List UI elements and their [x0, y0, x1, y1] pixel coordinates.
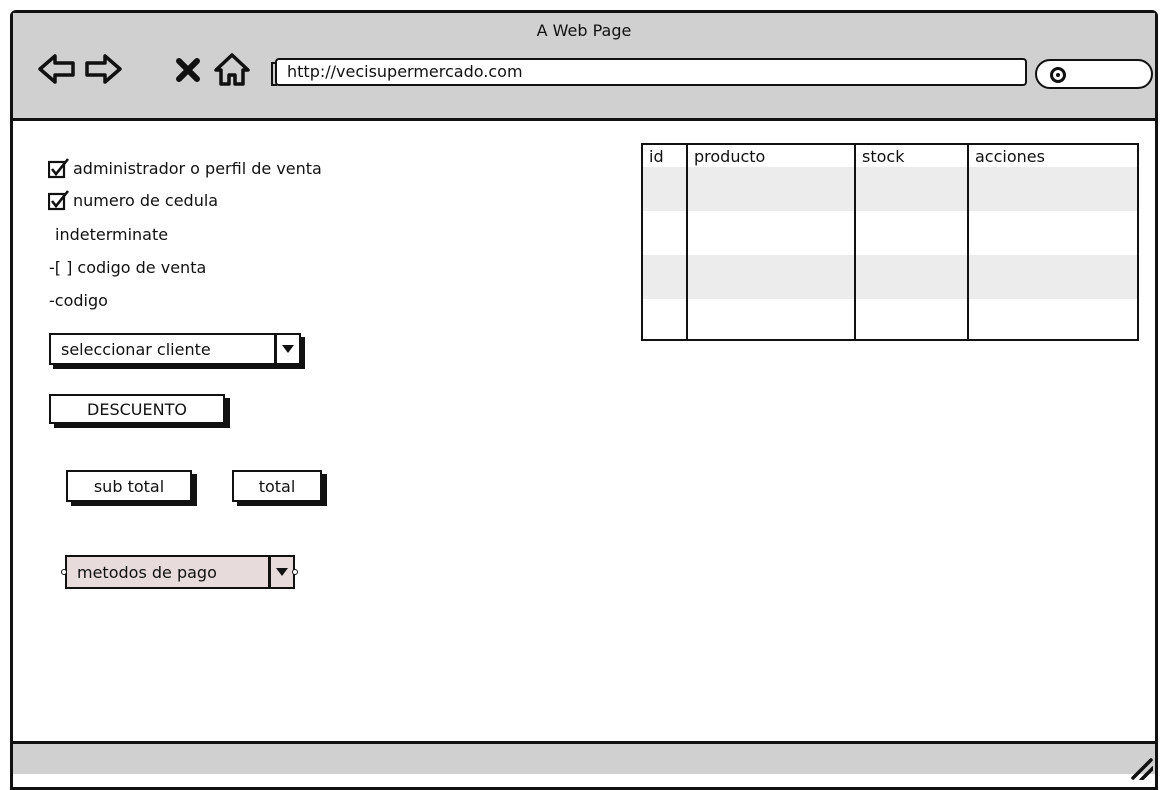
checkbox-checked-icon[interactable]	[48, 157, 70, 178]
table-row[interactable]	[642, 299, 1138, 340]
search-box[interactable]	[1035, 59, 1153, 89]
subtotal-button[interactable]: sub total	[66, 470, 192, 502]
admin-checkbox-label: administrador o perfil de venta	[73, 159, 322, 178]
client-select-value: seleccionar cliente	[61, 339, 211, 359]
chevron-down-icon[interactable]	[274, 335, 299, 363]
browser-window: A Web Page http://vecisupermercado.com a…	[10, 10, 1158, 790]
table-row[interactable]	[642, 255, 1138, 299]
browser-chrome: A Web Page http://vecisupermercado.com	[13, 13, 1155, 121]
cedula-checkbox-label: numero de cedula	[73, 191, 219, 210]
url-input[interactable]: http://vecisupermercado.com	[271, 58, 1027, 86]
selection-handle-left[interactable]	[61, 569, 67, 575]
table-row[interactable]	[642, 211, 1138, 255]
home-icon[interactable]	[213, 51, 251, 87]
cedula-checkbox[interactable]: numero de cedula	[48, 189, 219, 210]
table-header-row: id producto stock acciones	[642, 144, 1138, 167]
column-header-acciones[interactable]: acciones	[967, 144, 1138, 167]
search-icon	[1050, 67, 1066, 83]
codigo-venta-text: -[ ] codigo de venta	[49, 258, 207, 277]
table-row[interactable]	[642, 167, 1138, 211]
checkbox-checked-icon[interactable]	[48, 189, 70, 210]
column-header-id[interactable]: id	[642, 144, 687, 167]
back-arrow-icon[interactable]	[37, 51, 77, 87]
selection-handle-right[interactable]	[292, 569, 298, 575]
products-table: id producto stock acciones	[641, 143, 1139, 341]
column-header-stock[interactable]: stock	[854, 144, 968, 167]
close-x-icon[interactable]	[173, 51, 203, 87]
window-title: A Web Page	[536, 21, 632, 40]
status-bar	[13, 741, 1155, 782]
column-header-producto[interactable]: producto	[686, 144, 855, 167]
forward-arrow-icon[interactable]	[83, 51, 123, 87]
resize-grip-icon[interactable]	[1127, 754, 1155, 782]
admin-checkbox[interactable]: administrador o perfil de venta	[48, 157, 322, 178]
chevron-down-icon[interactable]	[268, 557, 293, 587]
payment-method-select[interactable]: metodos de pago	[65, 555, 295, 589]
payment-method-value: metodos de pago	[77, 562, 217, 582]
codigo-text: -codigo	[49, 291, 108, 310]
page-content: administrador o perfil de venta numero d…	[13, 121, 1155, 787]
discount-button[interactable]: DESCUENTO	[49, 394, 225, 424]
client-select[interactable]: seleccionar cliente	[49, 333, 301, 365]
indeterminate-text: indeterminate	[55, 225, 169, 244]
total-button[interactable]: total	[232, 470, 322, 502]
